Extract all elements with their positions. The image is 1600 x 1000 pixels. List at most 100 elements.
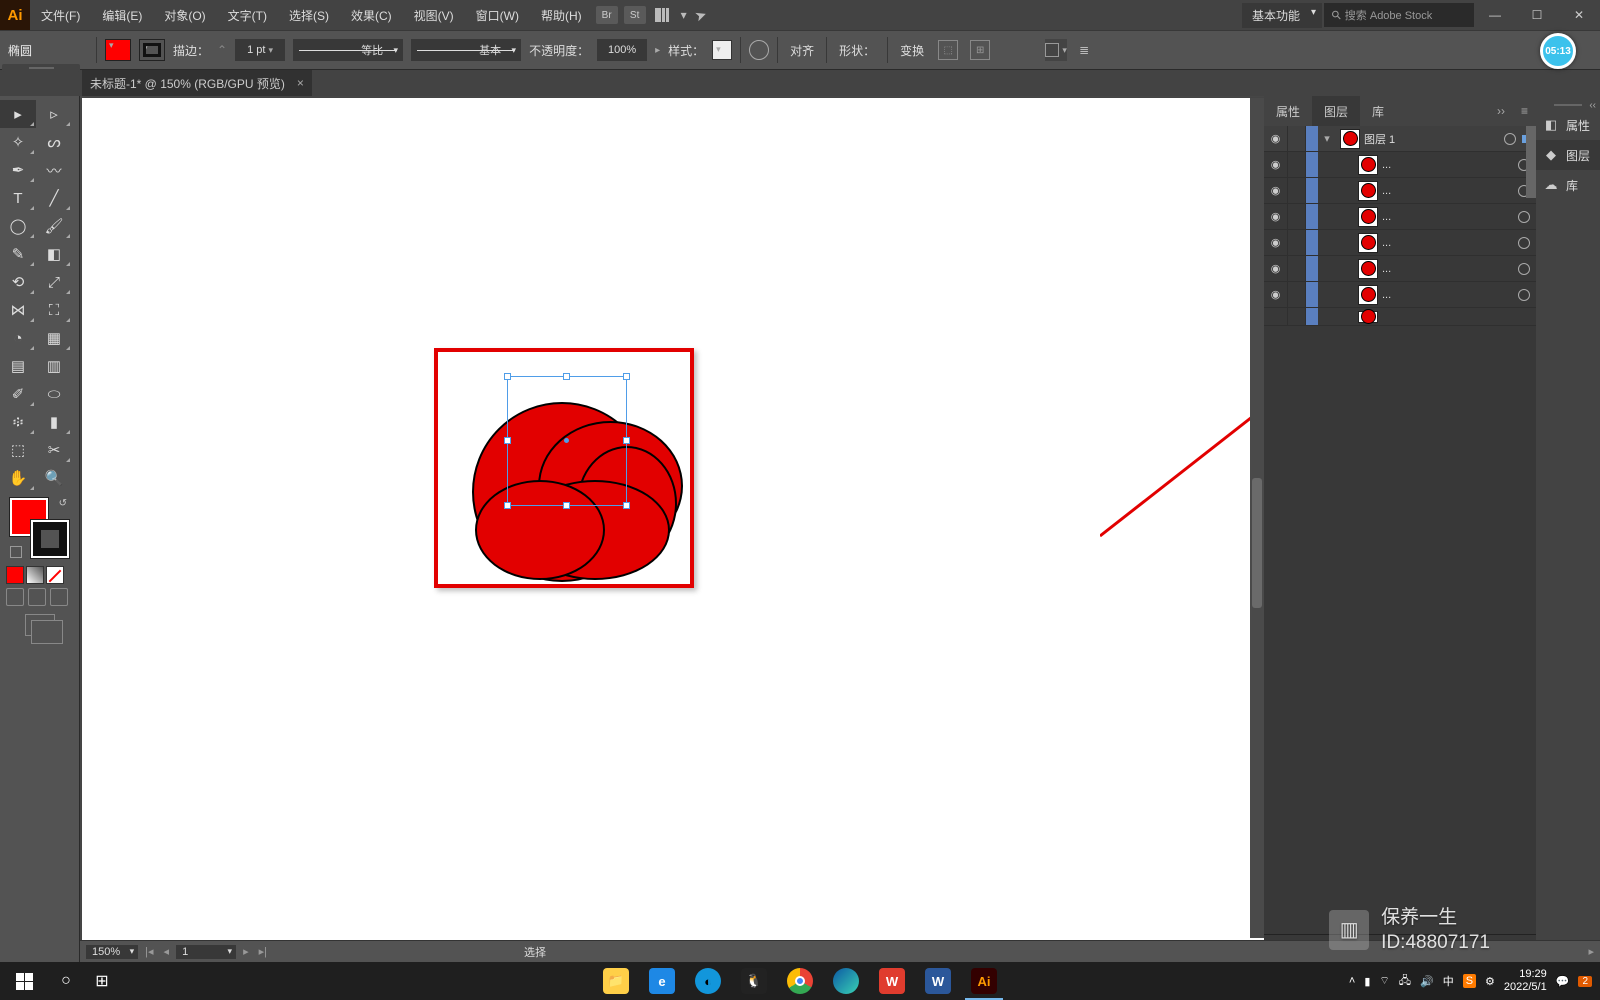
sublayer-row[interactable]: ◉... — [1264, 282, 1536, 308]
draw-normal-icon[interactable] — [6, 588, 24, 606]
tray-network-icon[interactable]: 🖧 — [1399, 972, 1411, 991]
menu-file[interactable]: 文件(F) — [30, 0, 91, 30]
visibility-icon[interactable]: ◉ — [1264, 282, 1288, 307]
menu-type[interactable]: 文字(T) — [217, 0, 278, 30]
tray-clock[interactable]: 19:292022/5/1 — [1504, 968, 1547, 994]
screen-mode-icon[interactable] — [25, 614, 55, 636]
line-tool[interactable]: ╱ — [36, 184, 72, 212]
lock-column[interactable] — [1288, 126, 1306, 151]
target-icon[interactable] — [1518, 263, 1530, 275]
perspective-tool[interactable]: ▦ — [36, 324, 72, 352]
width-tool[interactable]: ⋈ — [0, 296, 36, 324]
status-menu-icon[interactable]: ▸ — [1588, 945, 1594, 958]
options-menu-icon[interactable]: ≣ — [1075, 43, 1093, 57]
stock-icon[interactable]: St — [624, 6, 646, 24]
taskbar-app-edge[interactable] — [823, 962, 869, 1000]
prev-artboard-icon[interactable]: ◂ — [161, 945, 173, 958]
align-button[interactable]: 对齐 — [786, 42, 818, 59]
draw-behind-icon[interactable] — [28, 588, 46, 606]
visibility-icon[interactable]: ◉ — [1264, 256, 1288, 281]
blend-tool[interactable]: ⬭ — [36, 380, 72, 408]
menu-help[interactable]: 帮助(H) — [530, 0, 593, 30]
taskbar-app-explorer[interactable]: 📁 — [593, 962, 639, 1000]
dock-item-properties[interactable]: ◧属性 — [1536, 110, 1600, 140]
slice-tool[interactable]: ✂ — [36, 436, 72, 464]
lasso-tool[interactable]: ᔕ — [36, 128, 72, 156]
dock-item-layers[interactable]: ◆图层 — [1536, 140, 1600, 170]
shaper-tool[interactable]: ✎ — [0, 240, 36, 268]
fill-color-swatch[interactable] — [105, 39, 131, 61]
tray-chevron-icon[interactable]: ˄ — [1349, 975, 1355, 987]
panel-menu-icon[interactable]: ≡ — [1513, 104, 1536, 118]
panel-tab-libraries[interactable]: 库 — [1360, 96, 1396, 126]
minimize-button[interactable]: — — [1474, 0, 1516, 30]
free-transform-tool[interactable]: ⛶ — [36, 296, 72, 324]
task-view-icon[interactable]: ⊞ — [84, 962, 120, 1000]
sublayer-name[interactable]: ... — [1382, 263, 1512, 275]
visibility-icon[interactable]: ◉ — [1264, 204, 1288, 229]
type-tool[interactable]: T — [0, 184, 36, 212]
taskbar-app-chrome[interactable] — [777, 962, 823, 1000]
panel-display-button[interactable] — [1045, 39, 1067, 61]
fill-stroke-control[interactable]: ↺ — [10, 498, 69, 558]
menu-object[interactable]: 对象(O) — [153, 0, 216, 30]
taskbar-app-qq[interactable]: ◐ — [685, 962, 731, 1000]
menu-select[interactable]: 选择(S) — [278, 0, 340, 30]
graphic-style-swatch[interactable] — [712, 40, 732, 60]
artboard-nav-input[interactable]: 1 — [176, 945, 236, 959]
sublayer-row[interactable]: ◉... — [1264, 204, 1536, 230]
taskbar-app-illustrator[interactable]: Ai — [961, 962, 1007, 1000]
arrange-documents-icon[interactable] — [655, 8, 675, 22]
eyedropper-tool[interactable]: ✐ — [0, 380, 36, 408]
bridge-icon[interactable]: Br — [596, 6, 618, 24]
sublayer-name[interactable]: ... — [1382, 211, 1512, 223]
edit-clip-icon[interactable]: ⊞ — [970, 40, 990, 60]
target-icon[interactable] — [1504, 133, 1516, 145]
sublayer-name[interactable]: ... — [1382, 289, 1512, 301]
first-artboard-icon[interactable]: |◂ — [142, 945, 156, 958]
close-button[interactable]: ✕ — [1558, 0, 1600, 30]
color-mode-color[interactable] — [6, 566, 24, 584]
menu-window[interactable]: 窗口(W) — [465, 0, 530, 30]
stroke-weight-input[interactable]: 1 pt — [235, 39, 285, 61]
curvature-tool[interactable]: 〰 — [36, 156, 72, 184]
rotate-tool[interactable]: ⟲ — [0, 268, 36, 296]
taskbar-app-edge-old[interactable]: e — [639, 962, 685, 1000]
sublayer-row[interactable]: ◉... — [1264, 178, 1536, 204]
workspace-switcher[interactable]: 基本功能 — [1242, 3, 1322, 28]
taskbar-app-word[interactable]: W — [915, 962, 961, 1000]
tray-battery-icon[interactable]: ▮ — [1364, 975, 1370, 988]
sublayer-row[interactable]: ◉... — [1264, 230, 1536, 256]
collapse-panel-icon[interactable]: ›› — [1489, 104, 1513, 118]
tray-settings-icon[interactable]: ⚙ — [1485, 975, 1495, 988]
sublayer-row[interactable] — [1264, 308, 1536, 326]
disclosure-icon[interactable]: ▾ — [1318, 132, 1336, 145]
selection-tool[interactable]: ▸ — [0, 100, 36, 128]
maximize-button[interactable]: ☐ — [1516, 0, 1558, 30]
visibility-icon[interactable]: ◉ — [1264, 126, 1288, 151]
hand-tool[interactable]: ✋ — [0, 464, 36, 492]
eraser-tool[interactable]: ◧ — [36, 240, 72, 268]
draw-inside-icon[interactable] — [50, 588, 68, 606]
tray-wifi-icon[interactable]: ⌔ — [1379, 974, 1389, 988]
stroke-color-swatch[interactable] — [139, 39, 165, 61]
vertical-scrollbar[interactable] — [1250, 98, 1264, 938]
gpu-icon[interactable]: ➤ — [692, 5, 709, 25]
scale-tool[interactable]: ⤢ — [36, 268, 72, 296]
zoom-tool[interactable]: 🔍 — [36, 464, 72, 492]
direct-selection-tool[interactable]: ▹ — [36, 100, 72, 128]
artboard-tool[interactable]: ⬚ — [0, 436, 36, 464]
opacity-input[interactable]: 100% — [597, 39, 647, 61]
next-artboard-icon[interactable]: ▸ — [240, 945, 252, 958]
visibility-icon[interactable]: ◉ — [1264, 178, 1288, 203]
tray-ime-icon[interactable]: 中 — [1443, 973, 1454, 989]
gradient-tool[interactable]: ▥ — [36, 352, 72, 380]
sublayer-name[interactable]: ... — [1382, 185, 1512, 197]
document-tab[interactable]: 未标题-1* @ 150% (RGB/GPU 预览) × — [82, 70, 312, 96]
collapse-panels-icon[interactable]: ‹‹ — [1585, 98, 1600, 113]
selection-bounding-box[interactable] — [507, 376, 627, 506]
sublayer-name[interactable]: ... — [1382, 159, 1512, 171]
sublayer-row[interactable]: ◉... — [1264, 152, 1536, 178]
panel-tab-properties[interactable]: 属性 — [1264, 96, 1312, 126]
menu-edit[interactable]: 编辑(E) — [91, 0, 153, 30]
